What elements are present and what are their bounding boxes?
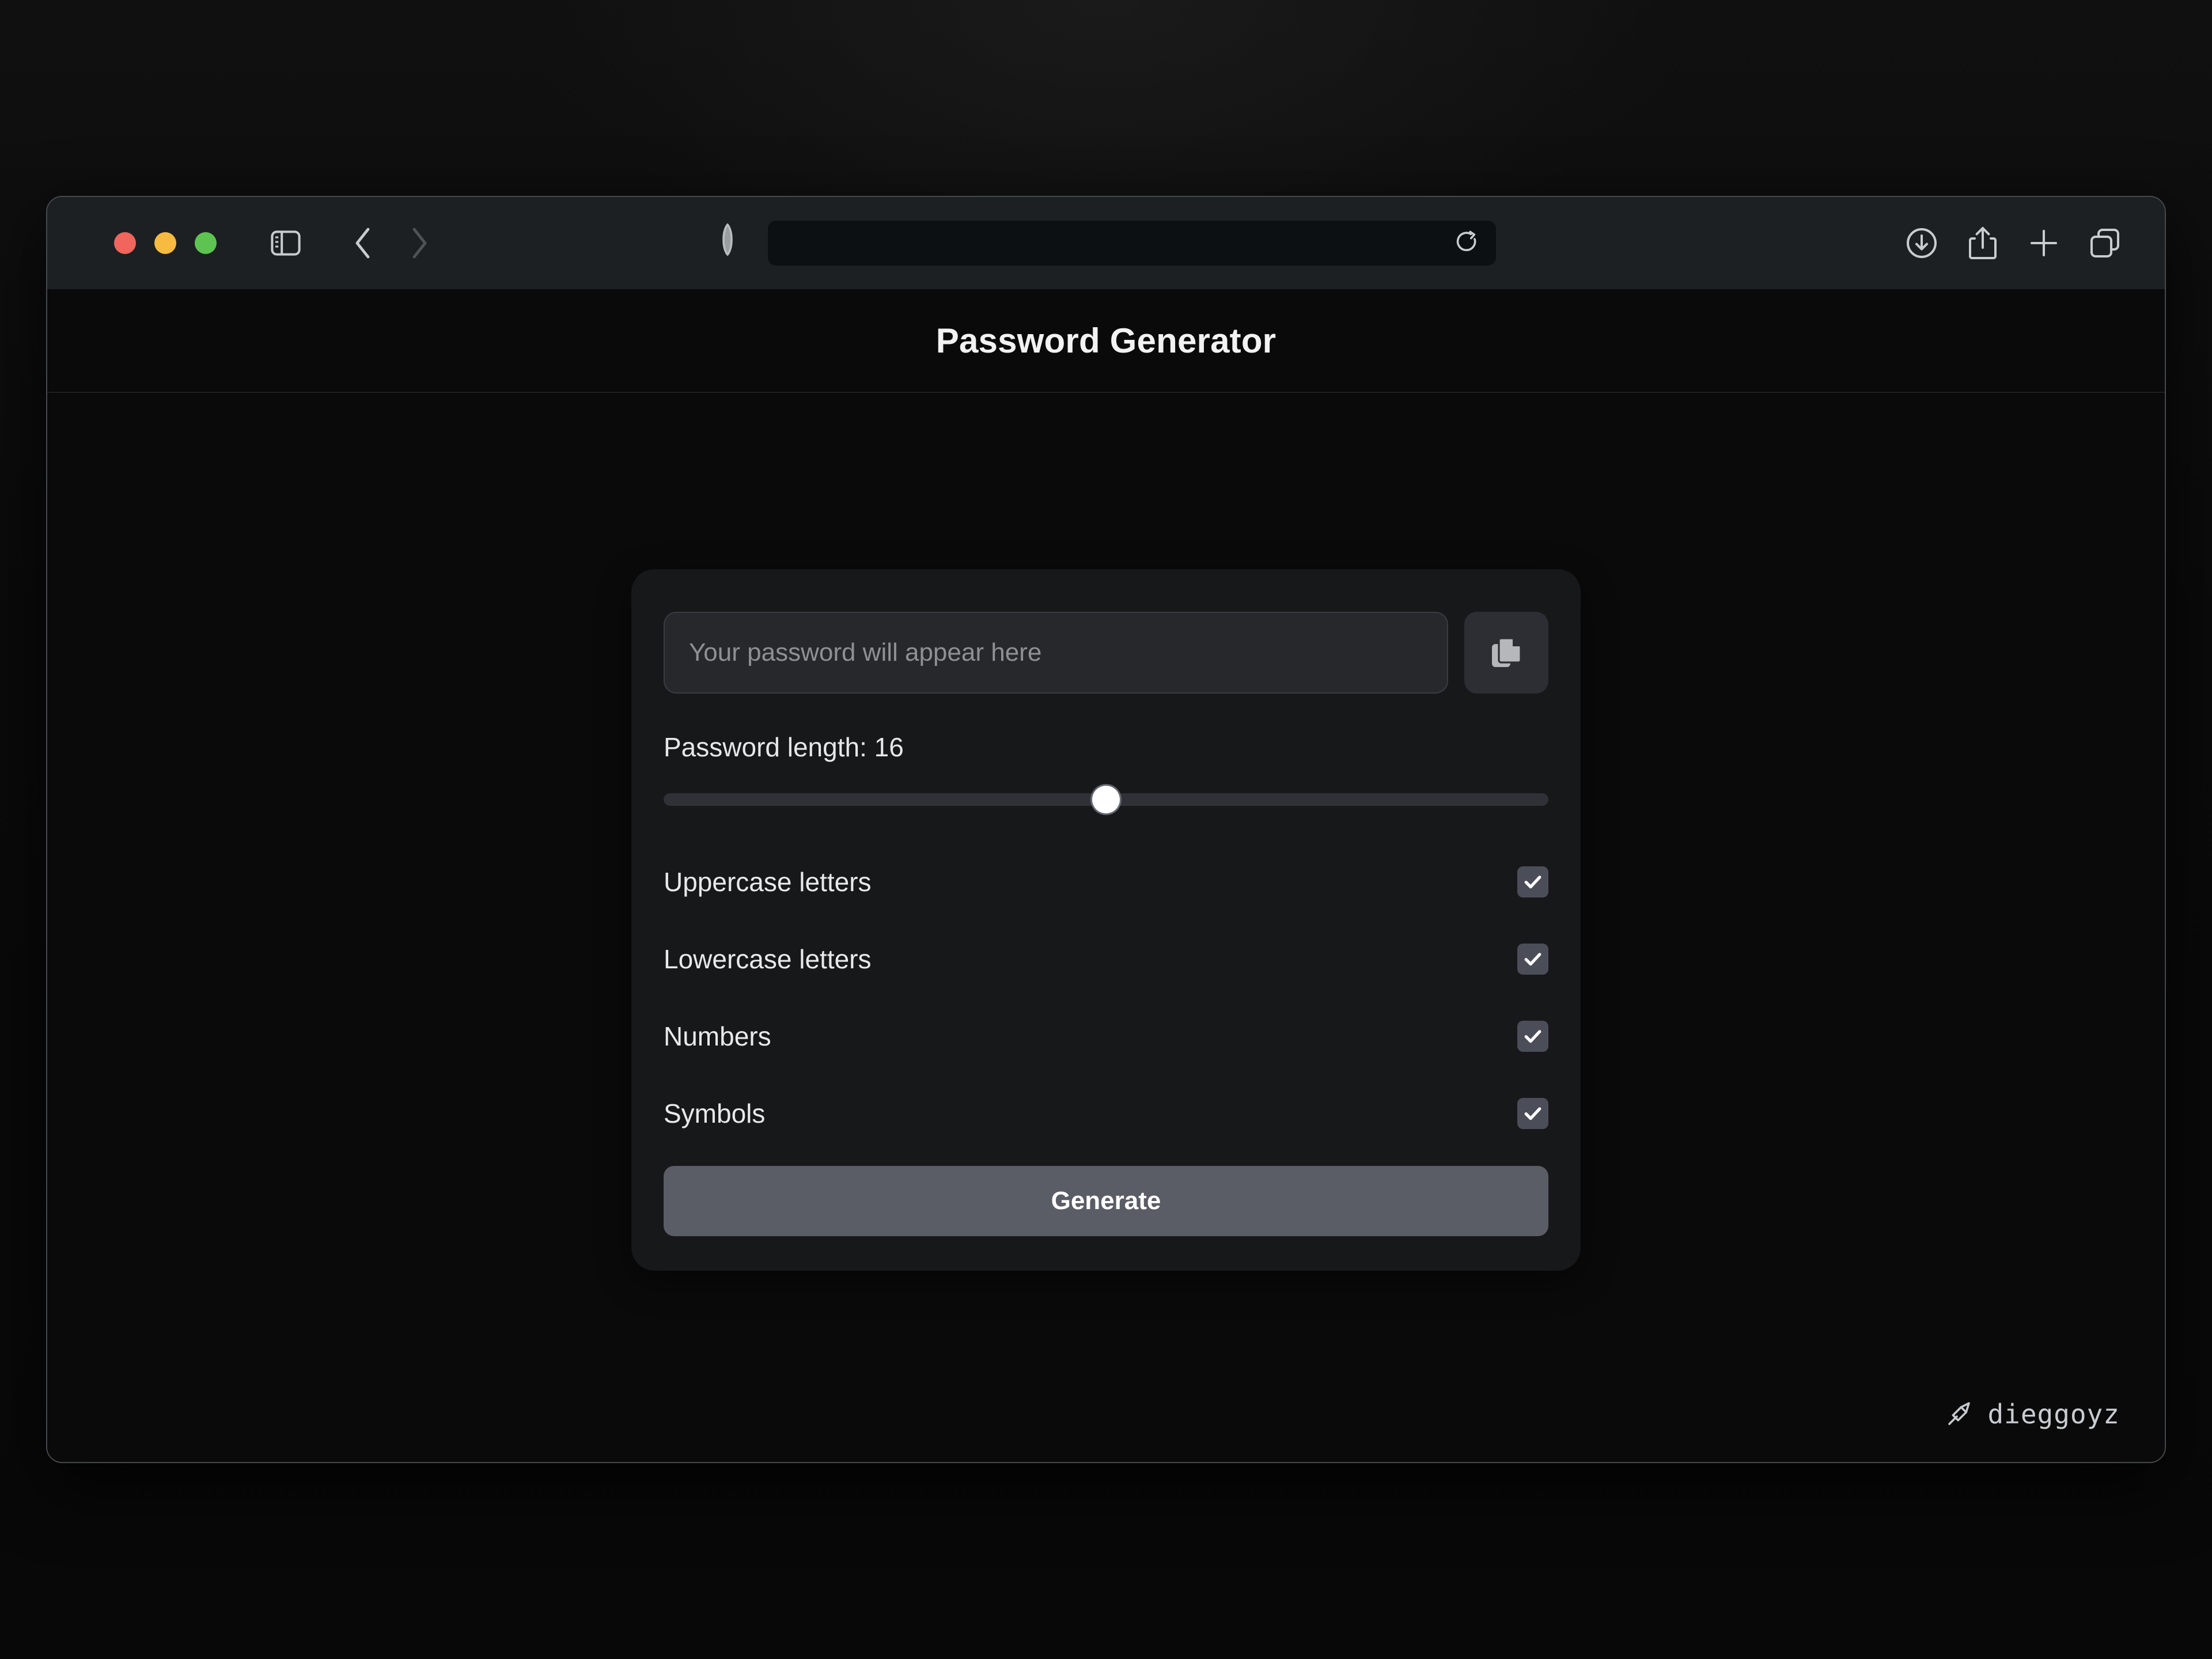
downloads-icon xyxy=(1907,228,1937,258)
option-row-numbers[interactable]: Numbers xyxy=(664,998,1548,1075)
toolbar-right-group xyxy=(1899,220,2128,266)
option-row-uppercase[interactable]: Uppercase letters xyxy=(664,843,1548,921)
sidebar-icon xyxy=(271,230,301,256)
numbers-checkbox[interactable] xyxy=(1517,1021,1548,1052)
password-placeholder: Your password will appear here xyxy=(689,638,1042,666)
privacy-report-button[interactable] xyxy=(716,223,747,263)
option-label: Numbers xyxy=(664,1021,771,1051)
page-header: Password Generator xyxy=(47,289,2165,393)
check-icon xyxy=(1524,1030,1541,1043)
chevron-right-icon xyxy=(412,228,427,259)
password-length-label: Password length: 16 xyxy=(664,732,904,762)
generate-button-label: Generate xyxy=(1051,1187,1161,1215)
copy-icon xyxy=(1492,637,1522,667)
back-button[interactable] xyxy=(340,220,386,266)
chevron-left-icon xyxy=(355,228,370,259)
page-body: Your password will appear here Password … xyxy=(47,393,2165,1461)
traffic-lights xyxy=(114,232,217,254)
share-icon xyxy=(1969,227,1997,259)
watermark-name: dieggoyz xyxy=(1987,1399,2120,1430)
reload-icon xyxy=(1456,230,1476,251)
sidebar-toggle-button[interactable] xyxy=(263,220,309,266)
check-icon xyxy=(1524,876,1541,889)
close-window-button[interactable] xyxy=(114,232,136,254)
password-length-slider[interactable] xyxy=(664,786,1548,813)
copy-password-button[interactable] xyxy=(1464,612,1548,694)
downloads-button[interactable] xyxy=(1899,220,1945,266)
shield-icon xyxy=(722,223,733,256)
share-button[interactable] xyxy=(1960,220,2006,266)
options-list: Uppercase letters Lowercase letters Numb… xyxy=(664,843,1548,1152)
browser-window: Password Generator Your password will ap… xyxy=(46,196,2166,1463)
password-input[interactable]: Your password will appear here xyxy=(664,612,1448,694)
new-tab-button[interactable] xyxy=(2021,220,2067,266)
option-label: Lowercase letters xyxy=(664,944,872,974)
tab-overview-button[interactable] xyxy=(2082,220,2128,266)
check-icon xyxy=(1524,953,1541,966)
uppercase-checkbox[interactable] xyxy=(1517,866,1548,897)
forward-button[interactable] xyxy=(396,220,442,266)
page-title: Password Generator xyxy=(935,321,1277,360)
reload-button[interactable] xyxy=(1451,227,1483,259)
lowercase-checkbox[interactable] xyxy=(1517,944,1548,975)
watermark: dieggoyz xyxy=(1946,1399,2120,1430)
generate-button[interactable]: Generate xyxy=(664,1166,1548,1236)
option-label: Uppercase letters xyxy=(664,867,872,897)
zoom-window-button[interactable] xyxy=(195,232,217,254)
password-output-row: Your password will appear here xyxy=(664,612,1548,694)
address-bar[interactable] xyxy=(768,221,1496,266)
option-label: Symbols xyxy=(664,1099,766,1128)
browser-toolbar xyxy=(47,197,2165,289)
symbols-checkbox[interactable] xyxy=(1517,1098,1548,1129)
slider-thumb[interactable] xyxy=(1092,786,1120,813)
password-generator-card: Your password will appear here Password … xyxy=(631,569,1581,1271)
pen-nib-icon xyxy=(1948,1402,1971,1425)
minimize-window-button[interactable] xyxy=(154,232,176,254)
check-icon xyxy=(1524,1107,1541,1120)
toolbar-center-group xyxy=(716,221,1496,266)
option-row-symbols[interactable]: Symbols xyxy=(664,1075,1548,1152)
option-row-lowercase[interactable]: Lowercase letters xyxy=(664,921,1548,998)
plus-icon xyxy=(2031,230,2057,256)
tab-overview-icon xyxy=(2090,229,2119,257)
